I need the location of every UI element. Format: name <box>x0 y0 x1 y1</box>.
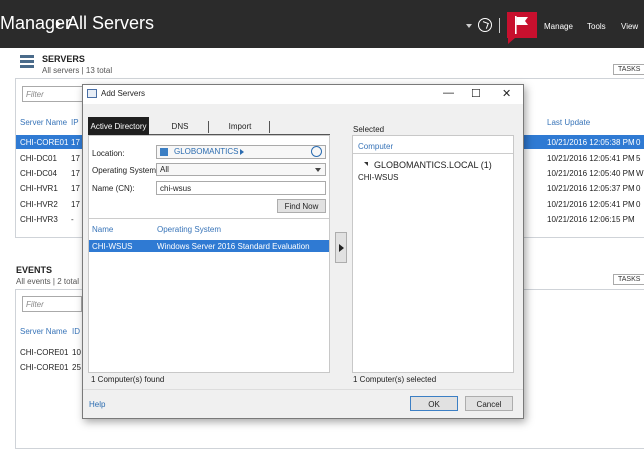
selected-count: 1 Computer(s) selected <box>353 375 437 384</box>
add-selected-button[interactable] <box>335 232 347 263</box>
server-row-ip: - <box>71 215 74 224</box>
events-heading: EVENTS <box>16 265 53 275</box>
result-row-name[interactable]: CHI-WSUS <box>92 242 132 251</box>
server-row-last-update: 10/21/2016 12:05:41 PM <box>547 200 635 209</box>
selected-item[interactable]: CHI-WSUS <box>358 173 398 182</box>
servers-heading: SERVERS <box>42 54 85 64</box>
server-row-name[interactable]: CHI-CORE01 <box>20 138 68 147</box>
tab-active-directory[interactable]: Active Directory <box>88 117 149 135</box>
event-row-server[interactable]: CHI-CORE01 <box>20 363 68 372</box>
events-column-server-name[interactable]: Server Name <box>20 327 67 336</box>
column-last-update[interactable]: Last Update <box>547 118 590 127</box>
event-row-server[interactable]: CHI-CORE01 <box>20 348 68 357</box>
selected-label: Selected <box>353 125 385 134</box>
server-row-name[interactable]: CHI-DC04 <box>20 169 57 178</box>
server-row-ip: 17 <box>71 169 80 178</box>
tree-expand-icon[interactable] <box>364 162 368 166</box>
name-label: Name (CN): <box>92 184 135 193</box>
page-title: All Servers <box>67 13 155 33</box>
events-filter-input[interactable]: Filter <box>22 296 82 312</box>
dialog-title: Add Servers <box>101 89 146 98</box>
menu-view[interactable]: View <box>621 22 638 31</box>
refresh-icon[interactable] <box>478 18 492 32</box>
server-row-ip: 17 <box>71 184 80 193</box>
server-row-last-update: 10/21/2016 12:06:15 PM <box>547 215 635 224</box>
cancel-button[interactable]: Cancel <box>465 396 513 411</box>
events-column-id[interactable]: ID <box>72 327 80 336</box>
location-label: Location: <box>92 149 125 158</box>
server-row-last-update: 10/21/2016 12:05:40 PM <box>547 169 635 178</box>
tab-dns[interactable]: DNS <box>160 117 200 135</box>
server-row-ip: 17 <box>71 200 80 209</box>
tab-divider <box>269 121 270 133</box>
server-row-last-update: 10/21/2016 12:05:37 PM <box>547 184 635 193</box>
notifications-flag-tail <box>508 38 515 44</box>
result-row-os: Windows Server 2016 Standard Evaluation <box>157 242 310 251</box>
menu-tools[interactable]: Tools <box>587 22 606 31</box>
breadcrumb-separator-icon <box>56 20 61 28</box>
results-column-name[interactable]: Name <box>92 225 113 234</box>
server-row-extra: W <box>636 169 644 178</box>
server-row-last-update: 10/21/2016 12:05:41 PM <box>547 154 635 163</box>
tab-import[interactable]: Import <box>218 117 262 135</box>
events-subtitle: All events | 2 total <box>16 277 79 286</box>
selected-panel <box>352 135 514 373</box>
column-ip[interactable]: IP <box>71 118 79 127</box>
server-row-extra: 0 <box>636 138 641 147</box>
servers-subtitle: All servers | 13 total <box>42 66 113 75</box>
location-refresh-icon[interactable] <box>311 146 322 157</box>
tab-divider <box>208 121 209 133</box>
server-row-ip: 17 <box>71 154 80 163</box>
server-row-last-update: 10/21/2016 12:05:38 PM <box>547 138 635 147</box>
server-row-name[interactable]: CHI-HVR1 <box>20 184 58 193</box>
event-row-id: 25 <box>72 363 81 372</box>
server-row-extra: 5 <box>636 154 641 163</box>
column-server-name[interactable]: Server Name <box>20 118 67 127</box>
server-row-ip: 17 <box>71 138 80 147</box>
server-row-name[interactable]: CHI-HVR2 <box>20 200 58 209</box>
os-select[interactable]: All <box>156 163 326 176</box>
nav-dropdown-icon[interactable] <box>466 24 472 28</box>
add-servers-icon <box>87 89 97 98</box>
ok-button[interactable]: OK <box>410 396 458 411</box>
selected-column-computer[interactable]: Computer <box>358 142 393 151</box>
server-row-name[interactable]: CHI-DC01 <box>20 154 57 163</box>
event-row-id: 10 <box>72 348 81 357</box>
name-input[interactable]: chi-wsus <box>156 181 326 195</box>
help-link[interactable]: Help <box>89 400 105 409</box>
location-expand-icon[interactable] <box>240 149 244 155</box>
chevron-down-icon[interactable] <box>315 168 321 172</box>
toolbar-divider <box>499 18 500 33</box>
find-now-button[interactable]: Find Now <box>277 199 326 213</box>
server-row-name[interactable]: CHI-HVR3 <box>20 215 58 224</box>
servers-icon <box>20 55 34 69</box>
selected-header-divider <box>353 153 513 154</box>
results-column-os[interactable]: Operating System <box>157 225 221 234</box>
location-value[interactable]: GLOBOMANTICS <box>174 147 238 156</box>
minimize-icon[interactable]: — <box>443 87 454 99</box>
results-count: 1 Computer(s) found <box>91 375 165 384</box>
server-row-extra: 0 <box>636 184 641 193</box>
results-header-divider <box>89 218 329 219</box>
os-label: Operating System: <box>92 166 159 175</box>
domain-icon <box>160 148 168 156</box>
events-tasks-button[interactable]: TASKS <box>613 274 644 285</box>
maximize-icon[interactable]: ☐ <box>471 87 481 100</box>
close-icon[interactable]: ✕ <box>502 87 511 100</box>
menu-manage[interactable]: Manage <box>544 22 573 31</box>
server-row-extra: 0 <box>636 200 641 209</box>
notifications-flag-icon[interactable] <box>507 12 537 38</box>
selected-group[interactable]: GLOBOMANTICS.LOCAL (1) <box>374 160 492 170</box>
servers-tasks-button[interactable]: TASKS <box>613 64 644 75</box>
